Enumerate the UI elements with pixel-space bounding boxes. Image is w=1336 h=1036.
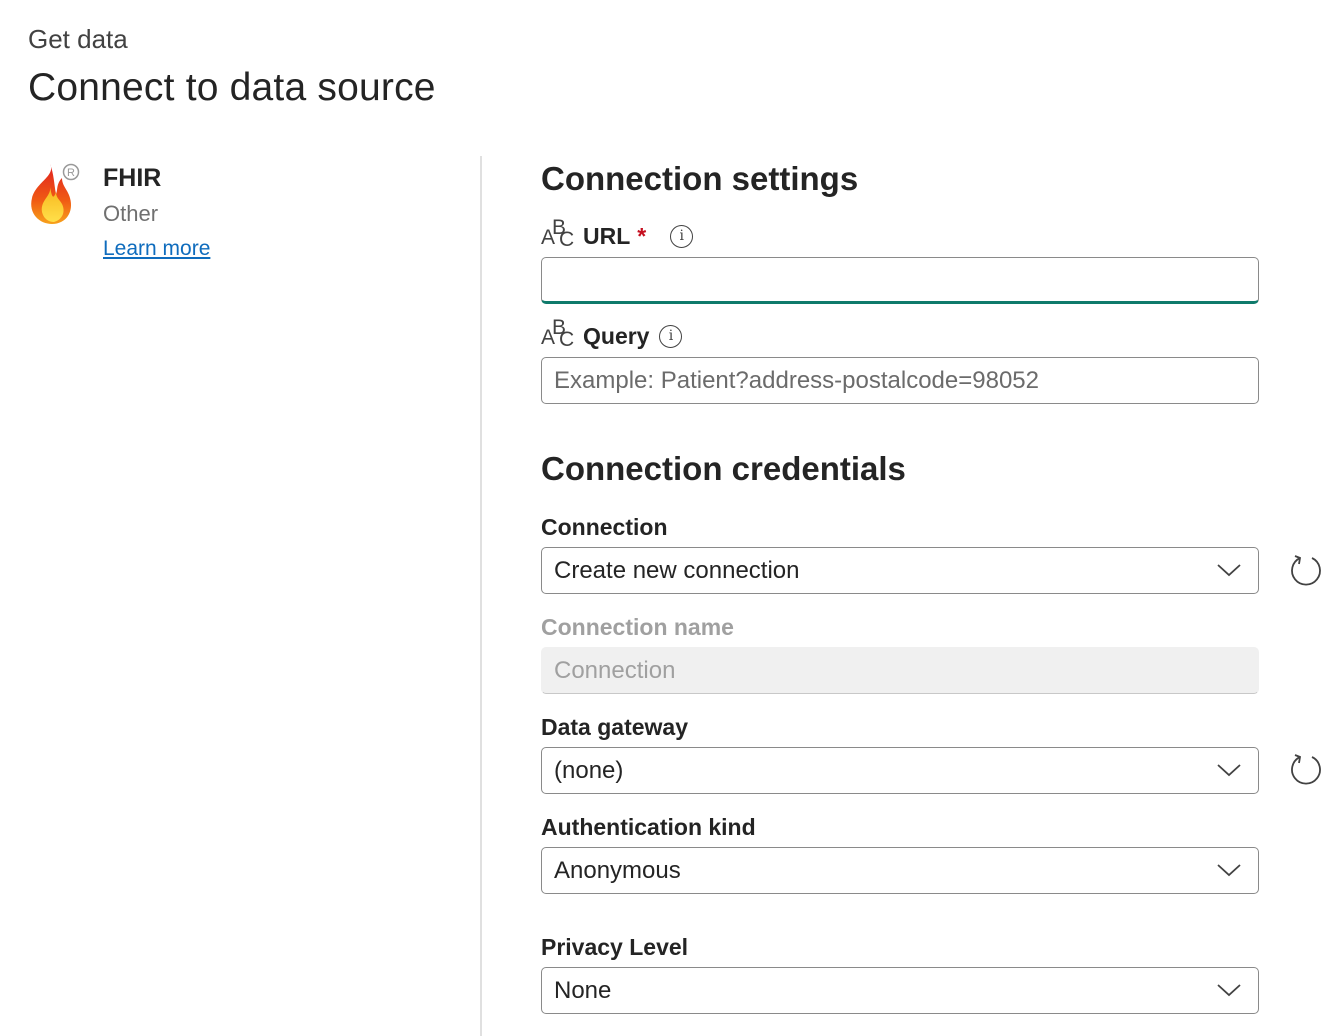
learn-more-link[interactable]: Learn more — [103, 237, 210, 261]
info-icon[interactable]: i — [670, 224, 694, 248]
text-type-icon: ABC — [541, 316, 575, 351]
connection-settings-title: Connection settings — [541, 160, 859, 197]
url-input[interactable] — [541, 257, 1259, 304]
authentication-kind-dropdown-value: Anonymous — [554, 857, 681, 884]
refresh-icon[interactable] — [1288, 552, 1324, 588]
chevron-down-icon — [1217, 984, 1241, 997]
connection-credentials-title: Connection credentials — [541, 450, 906, 487]
authentication-kind-dropdown[interactable]: Anonymous — [541, 847, 1259, 894]
chevron-down-icon — [1217, 564, 1241, 577]
data-gateway-label: Data gateway — [541, 714, 689, 740]
connect-to-data-source-page: Get data Connect to data source R FHIR O… — [0, 0, 1336, 1036]
refresh-icon[interactable] — [1288, 751, 1324, 787]
privacy-level-label: Privacy Level — [541, 934, 689, 960]
required-marker: * — [637, 222, 647, 249]
authentication-kind-label: Authentication kind — [541, 814, 756, 840]
query-label: Query — [583, 322, 650, 349]
connection-label: Connection — [541, 514, 668, 540]
query-input-placeholder: Example: Patient?address-postalcode=9805… — [554, 367, 1039, 394]
chevron-down-icon — [1217, 764, 1241, 777]
pane-divider — [480, 156, 482, 1036]
privacy-level-dropdown[interactable]: None — [541, 967, 1259, 1014]
text-type-icon: ABC — [541, 216, 575, 251]
connection-name-label: Connection name — [541, 614, 734, 640]
privacy-level-dropdown-value: None — [554, 977, 612, 1004]
page-title: Connect to data source — [28, 66, 436, 109]
query-label-row: ABC Query i — [541, 316, 683, 352]
data-gateway-dropdown[interactable]: (none) — [541, 747, 1259, 794]
data-gateway-dropdown-value: (none) — [554, 757, 624, 784]
connection-name-input: Connection — [541, 647, 1259, 694]
query-input[interactable]: Example: Patient?address-postalcode=9805… — [541, 357, 1259, 404]
connector-name: FHIR — [103, 164, 162, 192]
info-icon[interactable]: i — [659, 324, 683, 348]
connection-name-placeholder: Connection — [554, 657, 676, 684]
connection-dropdown-value: Create new connection — [554, 557, 800, 584]
connection-dropdown[interactable]: Create new connection — [541, 547, 1259, 594]
url-label: URL — [583, 222, 631, 249]
chevron-down-icon — [1217, 864, 1241, 877]
breadcrumb: Get data — [28, 24, 128, 54]
connector-category: Other — [103, 201, 159, 226]
fhir-flame-logo: R — [31, 163, 80, 224]
url-label-row: ABC URL * i — [541, 216, 694, 252]
svg-text:R: R — [67, 167, 75, 179]
